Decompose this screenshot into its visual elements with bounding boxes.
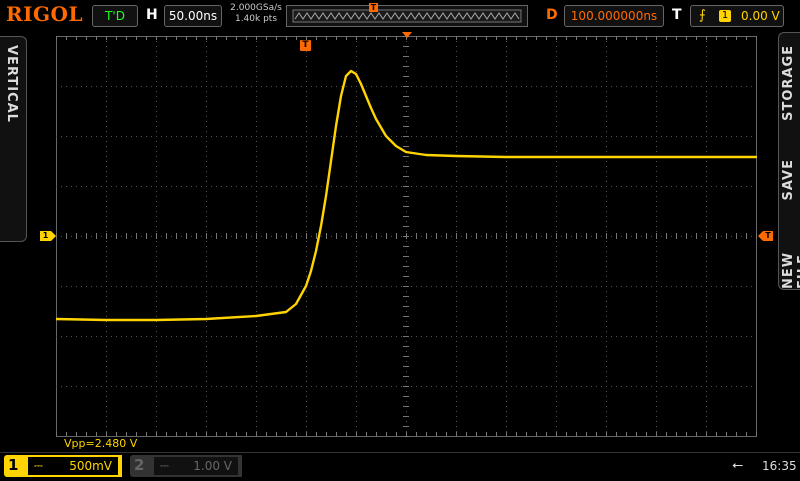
- trigger-level-marker[interactable]: T: [763, 231, 773, 241]
- sample-rate: 2.000GSa/s: [228, 3, 284, 14]
- waveform-graticule: [56, 36, 757, 437]
- trigger-label: T: [672, 5, 682, 25]
- delay-value[interactable]: 100.000000ns: [564, 5, 664, 27]
- trigger-level-pointer: [758, 231, 763, 241]
- vpp-measurement: Vpp=2.480 V: [64, 437, 137, 450]
- brand-logo: RIGOL: [6, 2, 83, 26]
- channel1-settings[interactable]: 1 ⎓ 500mV: [4, 455, 122, 477]
- run-state-indicator[interactable]: T'D: [92, 5, 138, 27]
- channel1-number: 1: [8, 456, 18, 474]
- channel2-info: ⎓ 1.00 V: [154, 457, 238, 475]
- trigger-level: 0.00 V: [741, 6, 780, 26]
- channel2-number: 2: [134, 456, 144, 474]
- dc-coupling-icon: ⎓: [34, 457, 43, 475]
- memory-depth: 1.40k pts: [228, 14, 284, 25]
- status-bar: RIGOL T'D H 50.00ns 2.000GSa/s 1.40k pts…: [0, 0, 800, 30]
- delay-label: D: [546, 5, 558, 25]
- channel2-scale: 1.00 V: [193, 457, 232, 475]
- trigger-settings[interactable]: ⨍ 1 0.00 V: [690, 5, 784, 27]
- waveform-display[interactable]: [56, 36, 757, 437]
- timebase-value[interactable]: 50.00ns: [164, 5, 222, 27]
- usb-icon: ⭠: [732, 457, 743, 473]
- channel1-scale: 500mV: [69, 457, 112, 475]
- channel1-offset-marker[interactable]: 1: [40, 231, 51, 241]
- new-file-tab-label[interactable]: NEW FILE: [781, 229, 800, 289]
- channel1-offset-pointer: [51, 231, 56, 241]
- rising-edge-icon: ⨍: [699, 6, 706, 26]
- save-tab-label[interactable]: SAVE: [781, 159, 796, 200]
- vertical-tab-label: VERTICAL: [4, 45, 19, 123]
- dc-coupling-icon: ⎓: [160, 457, 169, 475]
- horizontal-label: H: [146, 5, 158, 25]
- trigger-position-marker[interactable]: T: [300, 40, 311, 51]
- channel2-settings[interactable]: 2 ⎓ 1.00 V: [130, 455, 242, 477]
- center-marker: [402, 32, 412, 38]
- channel1-trace: [56, 71, 756, 320]
- memory-trigger-marker: T: [369, 3, 378, 12]
- trigger-source: 1: [719, 10, 731, 22]
- clock: 16:35: [762, 459, 797, 473]
- memory-overview-bar[interactable]: T: [286, 5, 528, 27]
- storage-menu-tab[interactable]: STORAGE SAVE NEW FILE: [778, 32, 800, 290]
- acquisition-info: 2.000GSa/s 1.40k pts: [228, 3, 284, 25]
- storage-tab-label: STORAGE: [781, 45, 796, 121]
- memory-overview-waveform: [287, 6, 527, 26]
- vertical-tab[interactable]: VERTICAL: [0, 36, 27, 242]
- channel1-info: ⎓ 500mV: [28, 457, 118, 475]
